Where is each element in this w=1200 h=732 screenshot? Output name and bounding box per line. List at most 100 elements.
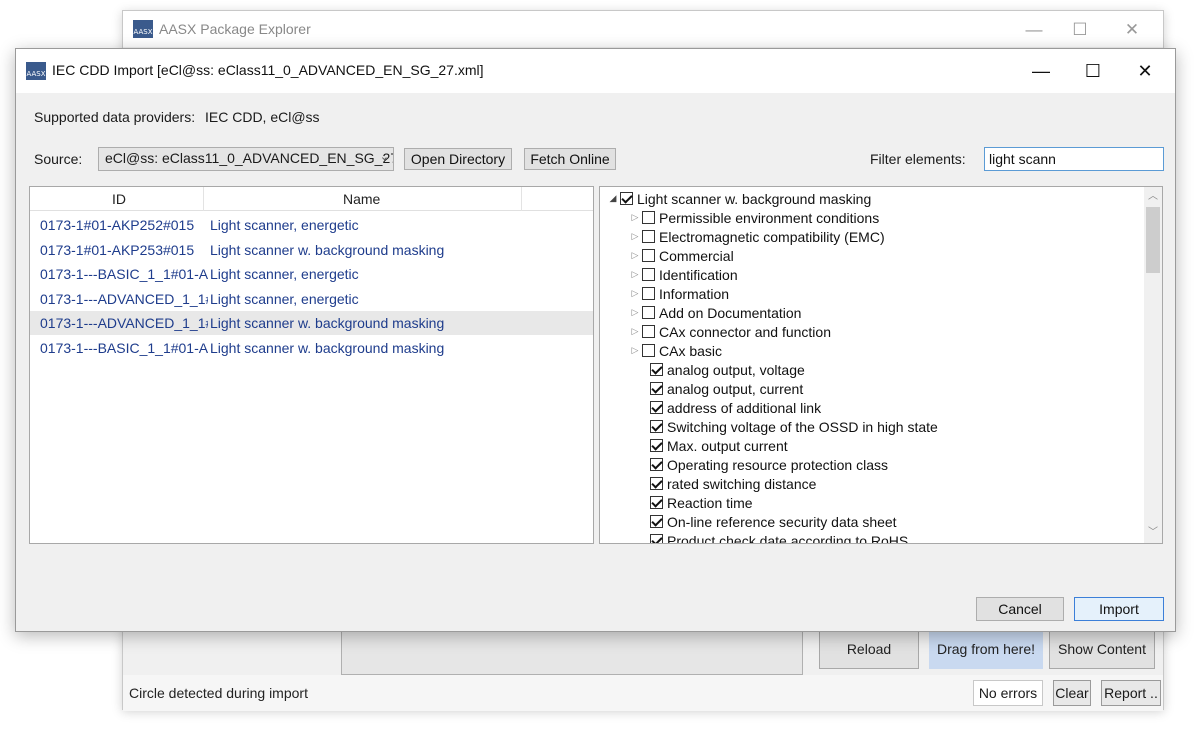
tree-group-item[interactable]: ▷ CAx basic — [628, 341, 723, 360]
column-divider[interactable] — [203, 187, 204, 211]
reload-button[interactable]: Reload — [819, 629, 919, 669]
table-row[interactable]: 0173-1---BASIC_1_1#01-AKP252#015 Light s… — [30, 262, 593, 286]
aasx-logo-icon: AASX — [133, 20, 153, 38]
column-header-name[interactable]: Name — [343, 191, 380, 207]
tree-checkbox[interactable] — [650, 439, 663, 452]
tree-item-label: Switching voltage of the OSSD in high st… — [667, 418, 938, 435]
tree-item-label: Operating resource protection class — [667, 456, 888, 473]
tree-group-item[interactable]: ▷ Add on Documentation — [628, 303, 802, 322]
expand-triangle-icon[interactable]: ▷ — [628, 231, 642, 242]
tree-property-item[interactable]: On-line reference security data sheet — [650, 512, 897, 531]
tree-checkbox[interactable] — [642, 230, 655, 243]
column-header-id[interactable]: ID — [112, 191, 126, 207]
close-icon[interactable]: ✕ — [1122, 57, 1168, 85]
tree-root-item[interactable]: ◢ Light scanner w. background masking — [606, 189, 872, 208]
open-directory-button[interactable]: Open Directory — [404, 148, 512, 170]
close-icon[interactable]: ✕ — [1109, 17, 1155, 43]
tree-checkbox[interactable] — [650, 401, 663, 414]
expand-triangle-icon[interactable]: ▷ — [628, 345, 642, 356]
drag-from-here-button[interactable]: Drag from here! — [929, 629, 1043, 669]
tree-checkbox[interactable] — [650, 496, 663, 509]
show-content-button[interactable]: Show Content — [1049, 629, 1155, 669]
row-name: Light scanner w. background masking — [210, 315, 445, 331]
report-button[interactable]: Report .. — [1101, 680, 1161, 706]
fetch-online-button[interactable]: Fetch Online — [524, 148, 616, 170]
scroll-up-icon[interactable]: ︿ — [1144, 189, 1162, 205]
row-name: Light scanner w. background masking — [210, 340, 445, 356]
import-button[interactable]: Import — [1074, 597, 1164, 621]
tree-checkbox[interactable] — [642, 287, 655, 300]
tree-group-item[interactable]: ▷ Information — [628, 284, 730, 303]
tree-property-item[interactable]: Switching voltage of the OSSD in high st… — [650, 417, 938, 436]
clear-button[interactable]: Clear — [1053, 680, 1091, 706]
tree-group-item[interactable]: ▷ Identification — [628, 265, 738, 284]
tree-checkbox[interactable] — [642, 211, 655, 224]
scrollbar-thumb[interactable] — [1146, 207, 1160, 273]
row-id: 0173-1#01-AKP252#015 — [40, 217, 195, 233]
table-row-selected[interactable]: 0173-1---ADVANCED_1_1#01-AKP253#015 Ligh… — [30, 311, 593, 335]
filter-input[interactable] — [984, 147, 1164, 171]
column-divider[interactable] — [521, 187, 522, 211]
table-row[interactable]: 0173-1#01-AKP253#015 Light scanner w. ba… — [30, 238, 593, 262]
tree-checkbox[interactable] — [650, 534, 663, 543]
tree-checkbox[interactable] — [650, 420, 663, 433]
tree-checkbox[interactable] — [650, 477, 663, 490]
minimize-icon[interactable]: — — [1018, 57, 1064, 85]
tree-group-item[interactable]: ▷ CAx connector and function — [628, 322, 831, 341]
tree-property-item[interactable]: analog output, voltage — [650, 360, 805, 379]
source-select[interactable]: eCl@ss: eClass11_0_ADVANCED_EN_SG_27 ⌄ — [98, 147, 394, 171]
tree-item-label: Max. output current — [667, 437, 788, 454]
expand-triangle-icon[interactable]: ▷ — [628, 307, 642, 318]
tree-item-label: CAx basic — [659, 342, 723, 359]
element-list[interactable]: ID Name 0173-1#01-AKP252#015 Light scann… — [29, 186, 594, 544]
tree-checkbox[interactable] — [642, 268, 655, 281]
row-id: 0173-1---BASIC_1_1#01-AKP253#015 — [40, 340, 208, 356]
status-message: Circle detected during import — [129, 685, 308, 701]
tree-item-label: analog output, voltage — [667, 361, 805, 378]
tree-checkbox[interactable] — [650, 458, 663, 471]
expand-triangle-icon[interactable]: ▷ — [628, 288, 642, 299]
main-window-titlebar: AASX AASX Package Explorer — ☐ ✕ — [123, 11, 1163, 47]
tree-checkbox[interactable] — [650, 515, 663, 528]
minimize-icon[interactable]: — — [1011, 17, 1057, 43]
tree-checkbox[interactable] — [650, 363, 663, 376]
maximize-icon[interactable]: ☐ — [1057, 17, 1103, 43]
source-select-value: eCl@ss: eClass11_0_ADVANCED_EN_SG_27 — [105, 150, 394, 166]
tree-checkbox[interactable] — [650, 382, 663, 395]
tree-group-item[interactable]: ▷ Electromagnetic compatibility (EMC) — [628, 227, 885, 246]
tree-property-item[interactable]: Max. output current — [650, 436, 788, 455]
table-row[interactable]: 0173-1---BASIC_1_1#01-AKP253#015 Light s… — [30, 336, 593, 360]
tree-checkbox[interactable] — [642, 325, 655, 338]
tree-checkbox[interactable] — [620, 192, 633, 205]
tree-item-label: Permissible environment conditions — [659, 209, 880, 226]
chevron-down-icon: ⌄ — [379, 151, 389, 163]
expand-triangle-icon[interactable]: ▷ — [628, 326, 642, 337]
tree-checkbox[interactable] — [642, 249, 655, 262]
tree-group-item[interactable]: ▷ Commercial — [628, 246, 734, 265]
tree-property-item[interactable]: analog output, current — [650, 379, 803, 398]
tree-checkbox[interactable] — [642, 344, 655, 357]
cancel-button[interactable]: Cancel — [976, 597, 1064, 621]
tree-property-item[interactable]: Reaction time — [650, 493, 753, 512]
expand-triangle-icon[interactable]: ▷ — [628, 212, 642, 223]
tree-property-item[interactable]: Product check date according to RoHS — [650, 531, 908, 543]
vertical-scrollbar[interactable]: ︿ ﹀ — [1144, 187, 1162, 543]
import-dialog: AASX IEC CDD Import [eCl@ss: eClass11_0_… — [15, 48, 1176, 632]
tree-checkbox[interactable] — [642, 306, 655, 319]
row-name: Light scanner, energetic — [210, 217, 359, 233]
error-status: No errors — [973, 680, 1043, 706]
expand-triangle-icon[interactable]: ▷ — [628, 269, 642, 280]
tree-property-item[interactable]: rated switching distance — [650, 474, 816, 493]
tree-property-item[interactable]: Operating resource protection class — [650, 455, 888, 474]
collapse-triangle-icon[interactable]: ◢ — [606, 193, 620, 204]
tree-item-label: CAx connector and function — [659, 323, 831, 340]
expand-triangle-icon[interactable]: ▷ — [628, 250, 642, 261]
main-window-title: AASX Package Explorer — [159, 21, 311, 37]
element-tree[interactable]: ◢ Light scanner w. background masking ▷ … — [599, 186, 1163, 544]
tree-property-item[interactable]: address of additional link — [650, 398, 821, 417]
table-row[interactable]: 0173-1---ADVANCED_1_1#01-AKP252#015 Ligh… — [30, 287, 593, 311]
table-row[interactable]: 0173-1#01-AKP252#015 Light scanner, ener… — [30, 213, 593, 237]
tree-group-item[interactable]: ▷ Permissible environment conditions — [628, 208, 880, 227]
maximize-icon[interactable]: ☐ — [1070, 57, 1116, 85]
scroll-down-icon[interactable]: ﹀ — [1144, 525, 1162, 541]
